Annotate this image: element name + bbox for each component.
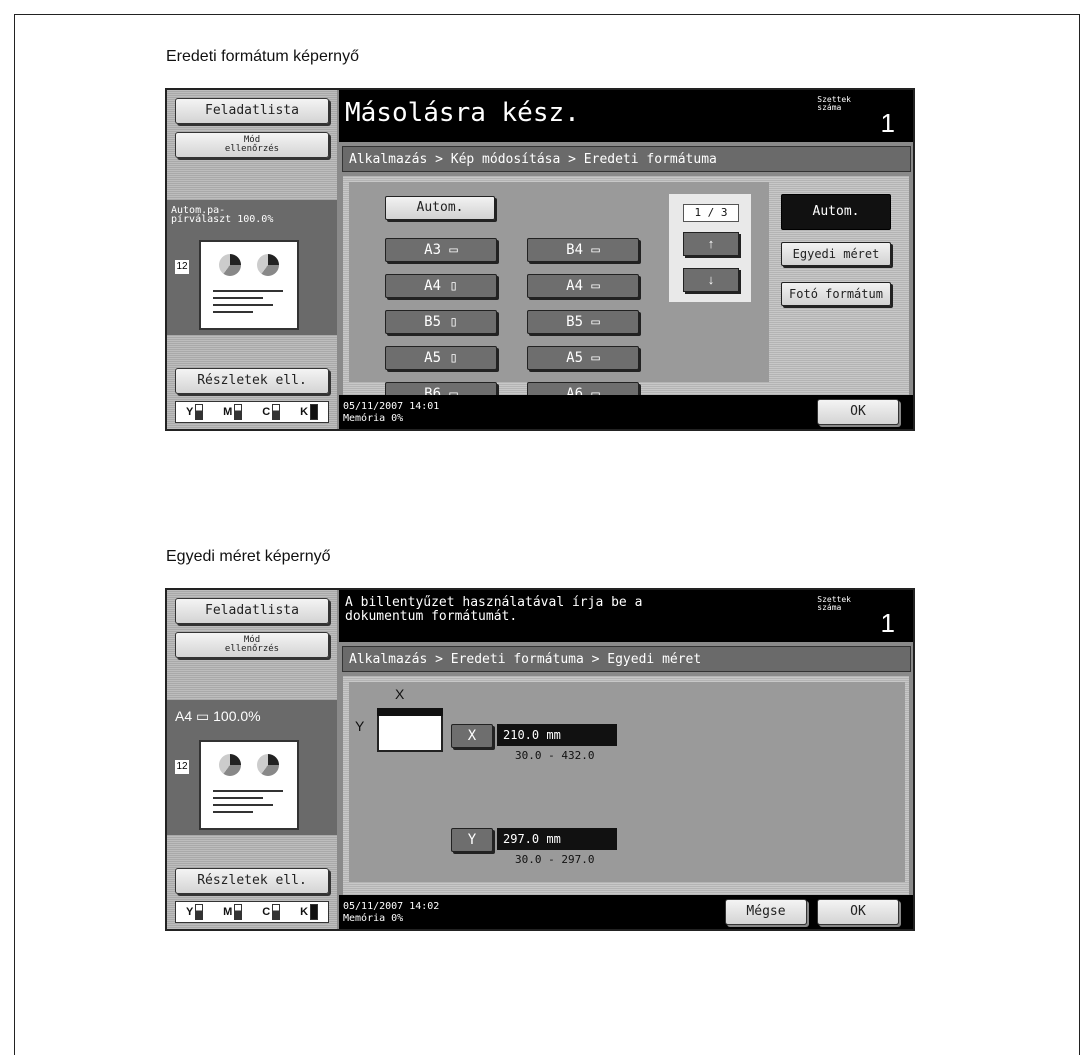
y-dimension-button[interactable]: Y [451,828,493,852]
text-line [213,297,263,299]
preview-panel: A4 ▭ 100.0% 12 [167,700,337,835]
status-title: Másolásra kész. [345,98,580,128]
toner-k: K [300,402,319,422]
content-area: Autom. A3 ▭ A4 ▯ B5 ▯ A5 ▯ B6 ▭ B4 ▭ A4 … [343,176,909,406]
x-value-input[interactable]: 210.0 mm [497,724,617,746]
scroll-up-button[interactable]: ↑ [683,232,739,256]
sidebar: Feladatlista Mód ellenőrzés Autom.pa- pí… [167,90,337,429]
size-button-a4-portrait[interactable]: A4 ▯ [385,274,497,298]
size-button-a3-landscape[interactable]: A3 ▭ [385,238,497,262]
memory-status: Memória 0% [343,913,404,924]
datetime: 05/11/2007 14:02 [343,901,440,912]
toner-m: M [223,402,243,422]
diagram-x-label: X [395,686,405,702]
toner-c: C [262,402,281,422]
pie-thumbnail [219,754,241,776]
pie-thumbnail [219,254,241,276]
text-line [213,797,263,799]
mode-check-button[interactable]: Mód ellenőrzés [175,632,329,658]
ok-button[interactable]: OK [817,899,899,925]
content-area: X Y X 210.0 mm 30.0 - 432.0 Y 297.0 mm 3… [343,676,909,896]
diagram-y-label: Y [355,718,365,734]
toner-c: C [262,902,281,922]
paper-dimension-diagram: X Y [355,686,445,758]
breadcrumb: Alkalmazás > Kép módosítása > Eredeti fo… [342,146,911,172]
y-range: 30.0 - 297.0 [515,853,595,866]
sidebar: Feladatlista Mód ellenőrzés A4 ▭ 100.0% … [167,590,337,929]
sets-label: Szettek száma [817,595,851,612]
sets-count: 1 [880,608,895,638]
pager: 1 / 3 ↑ ↓ [669,194,751,302]
pie-thumbnail [257,254,279,276]
caption-original-size-screen: Eredeti formátum képernyő [166,48,359,65]
pie-thumbnail [257,754,279,776]
datetime: 05/11/2007 14:01 [343,401,440,412]
size-grid-panel: Autom. A3 ▭ A4 ▯ B5 ▯ A5 ▯ B6 ▭ B4 ▭ A4 … [349,182,769,406]
custom-size-panel: X Y X 210.0 mm 30.0 - 432.0 Y 297.0 mm 3… [349,682,905,882]
size-button-a5-portrait[interactable]: A5 ▯ [385,346,497,370]
sets-label: Szettek száma [817,95,851,112]
text-line [213,790,283,792]
status-header: A billentyűzet használatával írja be a d… [339,590,913,642]
toner-y: Y [186,902,204,922]
size-button-b5-portrait[interactable]: B5 ▯ [385,310,497,334]
details-button[interactable]: Részletek ell. [175,368,329,394]
toner-indicator: Y M C K [175,901,329,923]
text-line [213,311,253,313]
text-line [213,290,283,292]
status-footer: 05/11/2007 14:02 Memória 0% Mégse OK [339,895,913,929]
size-button-a4-landscape[interactable]: A4 ▭ [527,274,639,298]
y-value-input[interactable]: 297.0 mm [497,828,617,850]
page-indicator: 12 [175,260,189,274]
page-indicator: 12 [175,760,189,774]
memory-status: Memória 0% [343,413,404,424]
cancel-button[interactable]: Mégse [725,899,807,925]
size-button-b5-landscape[interactable]: B5 ▭ [527,310,639,334]
text-line [213,304,273,306]
page-counter: 1 / 3 [683,204,739,222]
sets-count: 1 [880,108,895,138]
caption-custom-size-screen: Egyedi méret képernyő [166,548,331,565]
paper-edge [377,708,443,716]
preview-label: A4 ▭ 100.0% [175,708,261,724]
size-button-b4-landscape[interactable]: B4 ▭ [527,238,639,262]
instruction-message: A billentyűzet használatával írja be a d… [345,595,643,624]
status-footer: 05/11/2007 14:01 Memória 0% OK [339,395,913,429]
toner-y: Y [186,402,204,422]
toner-k: K [300,902,319,922]
preview-label: Autom.pa- pírválaszt 100.0% [171,205,274,225]
custom-size-button[interactable]: Egyedi méret [781,242,891,266]
custom-size-screen: Feladatlista Mód ellenőrzés A4 ▭ 100.0% … [165,588,915,931]
ok-button[interactable]: OK [817,399,899,425]
toner-indicator: Y M C K [175,401,329,423]
auto-selected-indicator[interactable]: Autom. [781,194,891,230]
text-line [213,804,273,806]
breadcrumb: Alkalmazás > Eredeti formátuma > Egyedi … [342,646,911,672]
status-header: Másolásra kész. Szettek száma 1 [339,90,913,142]
size-button-a5-landscape[interactable]: A5 ▭ [527,346,639,370]
x-dimension-button[interactable]: X [451,724,493,748]
auto-size-button[interactable]: Autom. [385,196,495,220]
job-list-button[interactable]: Feladatlista [175,98,329,124]
page-preview [199,740,299,830]
toner-m: M [223,902,243,922]
x-range: 30.0 - 432.0 [515,749,595,762]
original-size-screen: Feladatlista Mód ellenőrzés Autom.pa- pí… [165,88,915,431]
mode-check-button[interactable]: Mód ellenőrzés [175,132,329,158]
photo-size-button[interactable]: Fotó formátum [781,282,891,306]
details-button[interactable]: Részletek ell. [175,868,329,894]
preview-panel: Autom.pa- pírválaszt 100.0% 12 [167,200,337,335]
page-preview [199,240,299,330]
text-line [213,811,253,813]
scroll-down-button[interactable]: ↓ [683,268,739,292]
job-list-button[interactable]: Feladatlista [175,598,329,624]
